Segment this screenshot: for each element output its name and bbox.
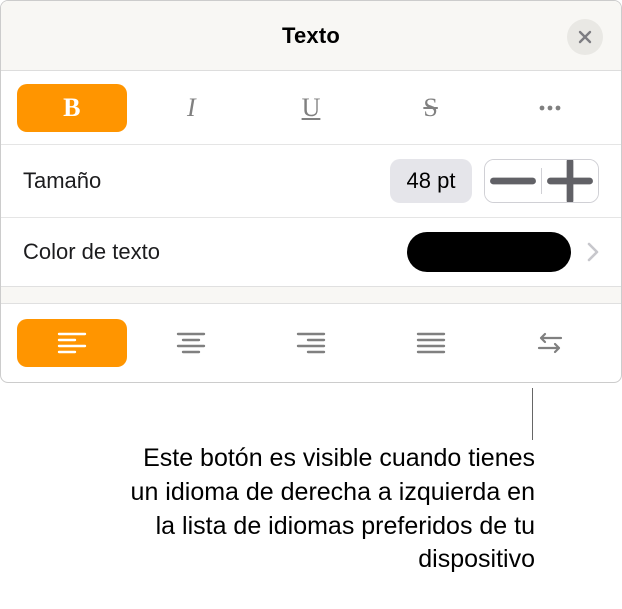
text-format-panel: Texto B I U S: [0, 0, 622, 383]
ellipsis-icon: [537, 95, 563, 121]
text-color-row[interactable]: Color de texto: [1, 218, 621, 286]
bold-button[interactable]: B: [17, 84, 127, 132]
italic-icon: I: [187, 93, 196, 123]
plus-icon: [542, 159, 598, 203]
panel-header: Texto: [1, 1, 621, 71]
text-style-row: B I U S: [1, 71, 621, 145]
underline-button[interactable]: U: [256, 84, 366, 132]
size-increase-button[interactable]: [542, 159, 598, 203]
chevron-right-icon: [587, 242, 599, 262]
close-button[interactable]: [567, 19, 603, 55]
align-justify-icon: [416, 331, 446, 355]
size-value[interactable]: 48 pt: [390, 159, 472, 203]
align-center-button[interactable]: [137, 319, 247, 367]
italic-button[interactable]: I: [137, 84, 247, 132]
align-right-icon: [296, 331, 326, 355]
size-row: Tamaño 48 pt: [1, 145, 621, 218]
more-styles-button[interactable]: [495, 84, 605, 132]
align-right-button[interactable]: [256, 319, 366, 367]
text-style-section: B I U S Tamaño 48 pt: [1, 71, 621, 286]
size-stepper: [484, 159, 599, 203]
callout-text: Este botón es visible cuando tienes un i…: [115, 442, 535, 577]
minus-icon: [485, 159, 541, 203]
close-icon: [577, 29, 593, 45]
size-decrease-button[interactable]: [485, 159, 541, 203]
text-color-swatch: [407, 232, 571, 272]
bold-icon: B: [63, 93, 80, 123]
section-divider: [1, 286, 621, 304]
text-direction-button[interactable]: [495, 319, 605, 367]
align-left-button[interactable]: [17, 319, 127, 367]
strikethrough-icon: S: [423, 93, 437, 123]
text-color-label: Color de texto: [23, 239, 407, 265]
alignment-row: [1, 304, 621, 382]
underline-icon: U: [302, 93, 321, 123]
bidi-direction-icon: [535, 331, 565, 355]
size-label: Tamaño: [23, 168, 390, 194]
strikethrough-button[interactable]: S: [376, 84, 486, 132]
callout-leader: [532, 388, 533, 440]
panel-title: Texto: [282, 23, 340, 49]
align-justify-button[interactable]: [376, 319, 486, 367]
align-left-icon: [57, 331, 87, 355]
align-center-icon: [176, 331, 206, 355]
